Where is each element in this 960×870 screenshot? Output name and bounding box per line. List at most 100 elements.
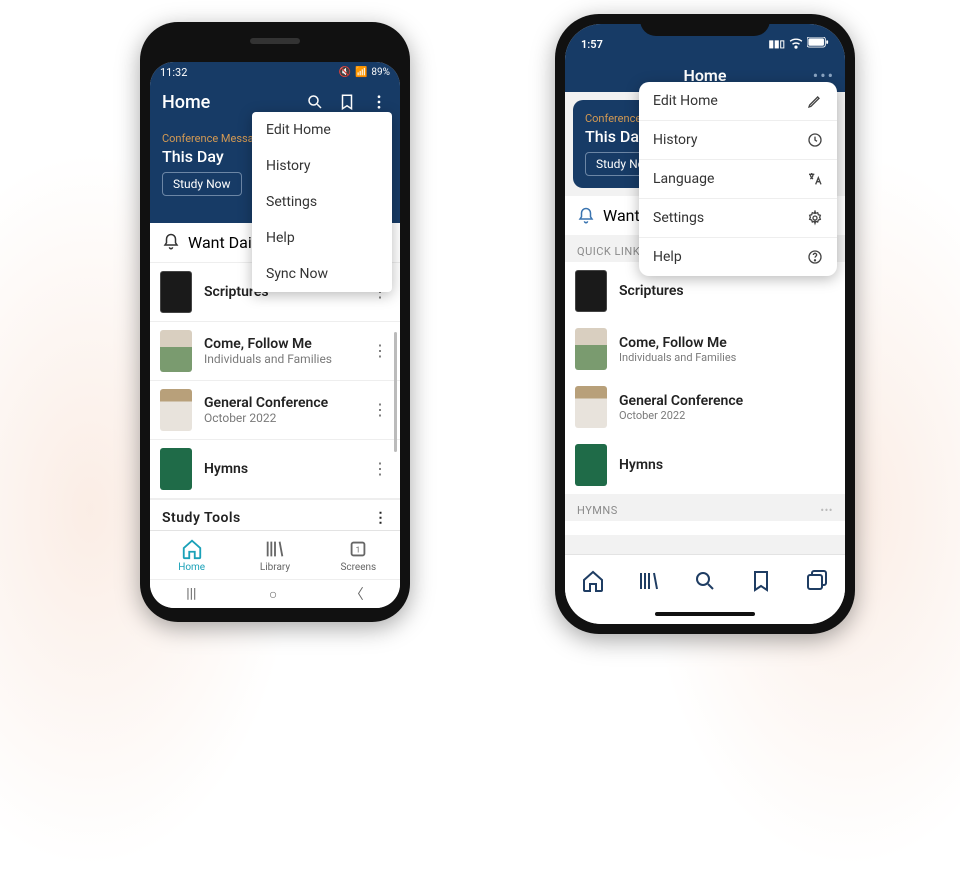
- menu-sync-now[interactable]: Sync Now: [252, 256, 392, 292]
- tab-search[interactable]: [677, 569, 733, 593]
- menu-language[interactable]: Language: [639, 160, 837, 199]
- menu-label: Edit Home: [653, 93, 718, 109]
- row-overflow-icon[interactable]: ⋮: [370, 461, 390, 477]
- pencil-icon: [807, 93, 823, 109]
- recents-button[interactable]: |||: [186, 586, 196, 602]
- status-icons: 🔇 📶 89%: [339, 67, 390, 78]
- mute-icon: 🔇: [339, 67, 351, 78]
- status-time: 1:57: [581, 38, 603, 51]
- tab-label: Home: [178, 562, 205, 573]
- signal-icon: ▮▮▯: [768, 39, 785, 50]
- tab-library[interactable]: Library: [233, 538, 316, 573]
- menu-label: Settings: [653, 210, 704, 226]
- ios-phone: 1:57 ▮▮▯ Home ••• Conference M This Day …: [555, 14, 855, 634]
- screens-icon: 1: [347, 538, 369, 560]
- status-icons: ▮▮▯: [768, 37, 829, 52]
- tab-home[interactable]: Home: [150, 538, 233, 573]
- link-title: General Conference: [619, 393, 835, 409]
- scrollbar[interactable]: [394, 332, 397, 452]
- section-label: Hymns: [577, 504, 618, 517]
- row-overflow-icon[interactable]: ⋮: [374, 510, 389, 526]
- tab-screens[interactable]: 1 Screens: [317, 538, 400, 573]
- menu-label: Settings: [266, 194, 317, 210]
- menu-edit-home[interactable]: Edit Home: [252, 112, 392, 148]
- ios-home-indicator[interactable]: [565, 604, 845, 624]
- tab-label: Screens: [340, 562, 376, 573]
- clock-icon: [807, 132, 823, 148]
- menu-settings[interactable]: Settings: [252, 184, 392, 220]
- menu-label: History: [266, 158, 311, 174]
- bell-icon: [162, 233, 180, 251]
- row-overflow-icon[interactable]: ⋮: [370, 402, 390, 418]
- overflow-icon[interactable]: [370, 93, 388, 111]
- menu-settings[interactable]: Settings: [639, 199, 837, 238]
- library-icon: [637, 569, 661, 593]
- screens-icon: [805, 569, 829, 593]
- android-statusbar: 11:32 🔇 📶 89%: [150, 62, 400, 83]
- menu-edit-home[interactable]: Edit Home: [639, 82, 837, 121]
- link-sub: October 2022: [204, 411, 370, 425]
- hymns-thumb: [575, 444, 607, 486]
- notch: [640, 14, 770, 36]
- link-general-conference[interactable]: General Conference October 2022: [565, 378, 845, 436]
- link-title: Come, Follow Me: [204, 336, 370, 352]
- link-come-follow-me[interactable]: Come, Follow Me Individuals and Families…: [150, 322, 400, 381]
- android-phone: 11:32 🔇 📶 89% Home Conference Message Th…: [140, 22, 410, 622]
- menu-label: Sync Now: [266, 266, 328, 282]
- bookmark-icon[interactable]: [338, 93, 356, 111]
- tab-home[interactable]: [565, 569, 621, 593]
- wifi-icon: [789, 37, 803, 52]
- menu-history[interactable]: History: [639, 121, 837, 160]
- gear-icon: [807, 210, 823, 226]
- hymns-thumb: [160, 448, 192, 490]
- home-icon: [581, 569, 605, 593]
- ios-tabbar: [565, 554, 845, 604]
- gc-thumb: [160, 389, 192, 431]
- link-hymns[interactable]: Hymns: [565, 436, 845, 494]
- android-system-nav: ||| ○ 〈: [150, 579, 400, 608]
- section-label: Quick Links: [577, 245, 647, 258]
- library-icon: [264, 538, 286, 560]
- hymns-section-header: Hymns •••: [565, 494, 845, 521]
- link-title: Scriptures: [619, 283, 835, 299]
- tab-library[interactable]: [621, 569, 677, 593]
- menu-label: Help: [266, 230, 295, 246]
- home-button[interactable]: ○: [269, 586, 277, 603]
- gc-thumb: [575, 386, 607, 428]
- link-hymns[interactable]: Hymns ⋮: [150, 440, 400, 499]
- section-label: Study Tools: [162, 510, 241, 526]
- question-icon: [807, 249, 823, 265]
- search-icon[interactable]: [306, 93, 324, 111]
- menu-history[interactable]: History: [252, 148, 392, 184]
- link-title: Hymns: [204, 461, 370, 477]
- link-general-conference[interactable]: General Conference October 2022 ⋮: [150, 381, 400, 440]
- ios-overflow-menu: Edit Home History Language Settings Help: [639, 82, 837, 276]
- svg-text:1: 1: [356, 546, 361, 556]
- cfm-thumb: [160, 330, 192, 372]
- home-icon: [181, 538, 203, 560]
- tab-screens[interactable]: [789, 569, 845, 593]
- row-overflow-icon[interactable]: ⋮: [370, 343, 390, 359]
- menu-help[interactable]: Help: [639, 238, 837, 276]
- tab-label: Library: [260, 562, 290, 573]
- translate-icon: [807, 171, 823, 187]
- link-title: General Conference: [204, 395, 370, 411]
- battery-percent: 89%: [371, 67, 390, 78]
- menu-label: Edit Home: [266, 122, 331, 138]
- back-button[interactable]: 〈: [350, 584, 364, 604]
- link-title: Hymns: [619, 457, 835, 473]
- link-sub: Individuals and Families: [204, 352, 370, 366]
- android-screen: 11:32 🔇 📶 89% Home Conference Message Th…: [150, 62, 400, 608]
- bell-icon: [577, 207, 595, 225]
- network-icon: 📶: [355, 67, 367, 78]
- link-come-follow-me[interactable]: Come, Follow Me Individuals and Families: [565, 320, 845, 378]
- page-title: Home: [162, 92, 210, 113]
- menu-label: Help: [653, 249, 682, 265]
- tab-bookmarks[interactable]: [733, 569, 789, 593]
- menu-help[interactable]: Help: [252, 220, 392, 256]
- section-more-icon[interactable]: •••: [820, 504, 833, 517]
- ios-screen: 1:57 ▮▮▯ Home ••• Conference M This Day …: [565, 24, 845, 624]
- study-now-button[interactable]: Study Now: [162, 172, 242, 196]
- scriptures-thumb: [160, 271, 192, 313]
- link-title: Come, Follow Me: [619, 335, 835, 351]
